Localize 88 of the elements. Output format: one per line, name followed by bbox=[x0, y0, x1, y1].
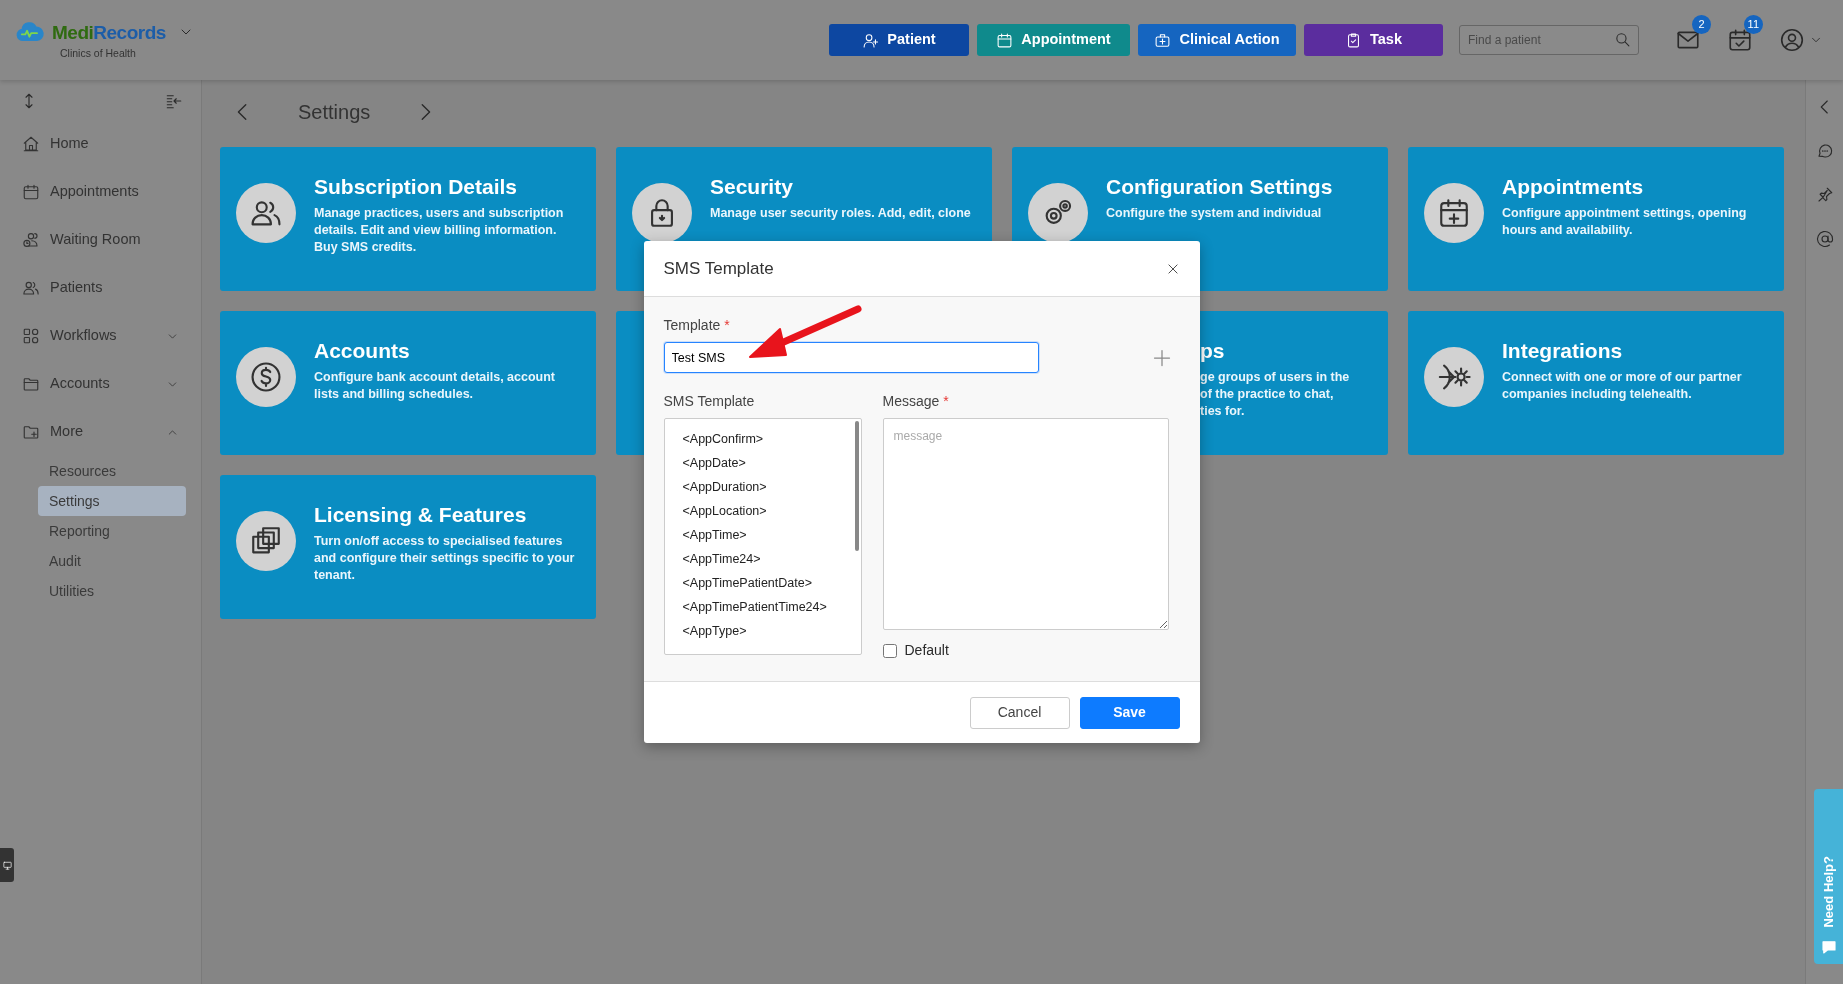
card-title: Integrations bbox=[1502, 338, 1624, 364]
action-button[interactable]: Task bbox=[1304, 24, 1443, 56]
folder-icon bbox=[22, 375, 40, 393]
search-icon bbox=[1614, 31, 1631, 48]
default-checkbox[interactable] bbox=[882, 643, 897, 658]
placeholder-item[interactable]: <AppConfirm> bbox=[682, 429, 861, 453]
folder-plus-icon bbox=[22, 423, 40, 441]
card-description: ties for. bbox=[1200, 403, 1246, 420]
settings-card[interactable]: Integrations Connect with one or more of our partner companies including telehealth. bbox=[1408, 311, 1784, 455]
home-icon bbox=[22, 135, 40, 153]
settings-card[interactable]: Subscription Details Manage practices, users and subscription details. Edit and view billing information. Buy SMS credits. bbox=[220, 147, 596, 291]
user-plus-icon bbox=[862, 31, 880, 49]
sidebar-item[interactable]: Accounts bbox=[0, 360, 201, 408]
sidebar-subitem[interactable]: Audit bbox=[38, 546, 186, 576]
action-button[interactable]: Patient bbox=[829, 24, 969, 56]
card-description: Configure bank account details, account lists and billing schedules. bbox=[314, 369, 556, 403]
card-title: Subscription Details bbox=[314, 174, 519, 200]
chat-bubble-icon bbox=[1819, 938, 1838, 956]
help-link[interactable]: Need Help? bbox=[1818, 856, 1839, 928]
people-icon bbox=[22, 279, 40, 297]
message-field[interactable]: message bbox=[882, 418, 1169, 630]
card-description: Configure appointment settings, opening hours and availability. bbox=[1502, 205, 1748, 239]
placeholder-item[interactable]: <AppTime> bbox=[682, 525, 861, 549]
scrollbar-thumb[interactable] bbox=[854, 421, 859, 551]
plus-icon[interactable] bbox=[1151, 347, 1172, 368]
card-description: Configure the system and individual bbox=[1106, 205, 1323, 222]
count-badge: 11 bbox=[1743, 15, 1763, 34]
settings-card[interactable]: Licensing & Features Turn on/off access to specialised features and configure their settings specific to your tenant. bbox=[220, 475, 596, 619]
settings-card[interactable]: Appointments Configure appointment settings, opening hours and availability. bbox=[1408, 147, 1784, 291]
shapes-icon bbox=[22, 327, 40, 345]
card-description: of the practice to chat, bbox=[1200, 386, 1335, 403]
placeholder-item[interactable]: <AppTimePatientTime24> bbox=[682, 597, 861, 621]
user-account-icon[interactable] bbox=[1779, 27, 1805, 53]
sidebar-item[interactable]: Patients bbox=[0, 264, 201, 312]
monitor-icon bbox=[1, 859, 13, 871]
search-field[interactable]: Find a patient bbox=[1459, 25, 1639, 55]
sidebar-item[interactable]: Workflows bbox=[0, 312, 201, 360]
page-title: Settings bbox=[297, 100, 372, 125]
card-description: Manage user security roles. Add, edit, clone bbox=[710, 205, 971, 222]
collapse-menu-icon[interactable] bbox=[165, 92, 183, 110]
sidebar-subitem[interactable]: Settings bbox=[38, 486, 186, 516]
placeholder-item[interactable]: <AppDuration> bbox=[682, 477, 861, 501]
checkbox-label: Default bbox=[904, 641, 949, 660]
sidebar-item[interactable]: More bbox=[0, 408, 201, 456]
calendar-check-icon[interactable] bbox=[1727, 27, 1753, 53]
card-title: Licensing & Features bbox=[314, 502, 528, 528]
field-label: Template * bbox=[663, 316, 731, 335]
calendar-icon bbox=[996, 31, 1014, 49]
close-icon[interactable] bbox=[1165, 261, 1180, 276]
chat-icon[interactable] bbox=[1815, 142, 1834, 160]
card-title: Security bbox=[710, 174, 794, 200]
cancel-button[interactable]: Cancel bbox=[969, 696, 1070, 729]
field-label: Message * bbox=[882, 392, 950, 411]
medical-kit-icon bbox=[1154, 31, 1172, 49]
placeholder-item[interactable]: <AppType> bbox=[682, 621, 861, 645]
dollar-icon bbox=[249, 360, 283, 394]
at-sign-icon[interactable] bbox=[1815, 230, 1834, 248]
dialog-title: SMS Template bbox=[663, 257, 774, 280]
template-field[interactable]: Test SMS bbox=[663, 342, 1039, 373]
placeholder-item[interactable]: <AppLocation> bbox=[682, 501, 861, 525]
sidebar-item[interactable]: Appointments bbox=[0, 168, 201, 216]
brand-name: MediRecords bbox=[52, 22, 166, 42]
count-badge: 2 bbox=[1692, 15, 1711, 34]
sidebar-item[interactable]: Waiting Room bbox=[0, 216, 201, 264]
sidebar-subitem[interactable]: Resources bbox=[38, 456, 186, 486]
card-title: Accounts bbox=[314, 338, 411, 364]
card-description: Manage practices, users and subscription details. Edit and view billing information. Buy SMS credits. bbox=[314, 205, 565, 256]
clipboard-icon bbox=[1345, 31, 1362, 49]
card-description: Connect with one or more of our partner companies including telehealth. bbox=[1502, 369, 1743, 403]
action-button[interactable]: Clinical Action bbox=[1138, 24, 1296, 56]
sidebar-item[interactable]: Home bbox=[0, 120, 201, 168]
card-title: Configuration Settings bbox=[1106, 174, 1333, 200]
sidebar-subitem[interactable]: Reporting bbox=[38, 516, 186, 546]
action-button[interactable]: Appointment bbox=[977, 24, 1130, 56]
card-description: Turn on/off access to specialised features and configure their settings specific to your tenant. bbox=[314, 533, 576, 584]
card-description: ge groups of users in the bbox=[1200, 369, 1350, 386]
sidebar-subitem[interactable]: Utilities bbox=[38, 576, 186, 606]
settings-card[interactable]: Accounts Configure bank account details, account lists and billing schedules. bbox=[220, 311, 596, 455]
clinic-name: Clinics of Health bbox=[60, 46, 137, 62]
save-button[interactable]: Save bbox=[1079, 696, 1180, 729]
calendar-icon bbox=[22, 183, 40, 201]
field-label: SMS Template bbox=[663, 392, 756, 411]
placeholder-item[interactable]: <AppTimePatientDate> bbox=[682, 573, 861, 597]
placeholder-item[interactable]: <AppDate> bbox=[682, 453, 861, 477]
card-title: ps bbox=[1200, 338, 1226, 364]
calendar-plus-icon bbox=[1437, 196, 1471, 230]
card-title: Appointments bbox=[1502, 174, 1645, 200]
placeholder-item[interactable]: <AppTime24> bbox=[682, 549, 861, 573]
